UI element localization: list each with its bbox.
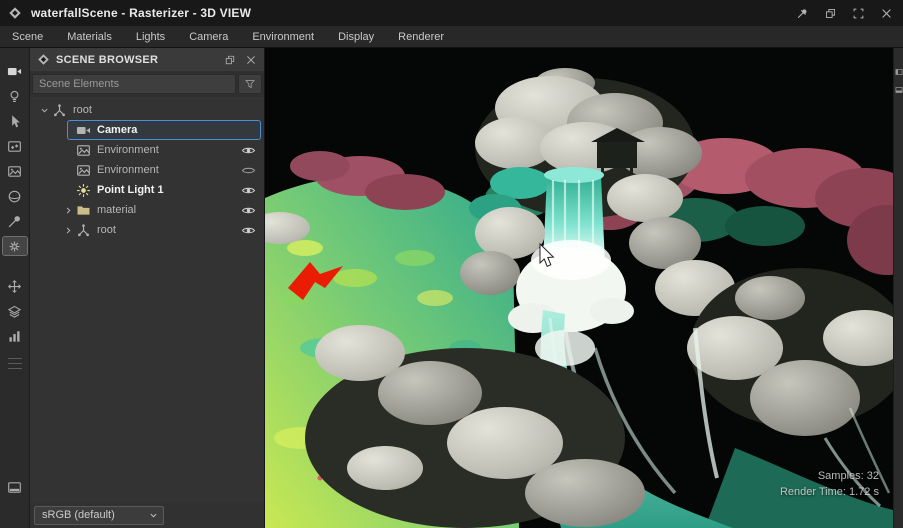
scene-browser-panel: SCENE BROWSER root xyxy=(30,48,265,528)
side-panel-bottom-icon[interactable] xyxy=(895,86,903,94)
menu-item-materials[interactable]: Materials xyxy=(67,31,112,43)
menu-item-camera[interactable]: Camera xyxy=(189,31,228,43)
filter-funnel-icon xyxy=(244,78,256,90)
camera-icon xyxy=(76,123,91,138)
video-camera-icon xyxy=(7,64,22,79)
menu-item-environment[interactable]: Environment xyxy=(252,31,314,43)
sphere-icon xyxy=(7,189,22,204)
visibility-eye-icon[interactable] xyxy=(241,223,256,238)
scene-elements-search-input[interactable] xyxy=(32,74,236,94)
pin-icon[interactable] xyxy=(796,7,809,20)
app-window: waterfallScene - Rasterizer - 3D VIEW Sc… xyxy=(0,0,903,528)
scene-tree: root Camera Environment Environment Poin… xyxy=(30,97,264,240)
folder-icon xyxy=(76,203,91,218)
tree-item-root-child[interactable]: root xyxy=(30,220,264,240)
bottom-panel-icon xyxy=(7,480,22,495)
title-bar: waterfallScene - Rasterizer - 3D VIEW xyxy=(0,0,903,26)
color-picker-icon xyxy=(7,214,22,229)
toolbar-grip[interactable] xyxy=(7,358,22,369)
move-icon xyxy=(7,279,22,294)
tree-item-label: Environment xyxy=(97,144,159,156)
render-stats: Samples: 32 Render Time: 1.72 s xyxy=(780,468,879,500)
transform-move-tool-button[interactable] xyxy=(3,277,27,295)
environment-icon xyxy=(76,143,91,158)
node-icon xyxy=(52,103,67,118)
tree-item-label: Camera xyxy=(97,124,138,136)
colorspace-bar: sRGB (default) xyxy=(30,502,264,528)
image-tool-button[interactable] xyxy=(3,162,27,180)
app-logo-icon xyxy=(8,6,22,20)
gear-icon xyxy=(7,239,22,254)
visibility-eye-icon[interactable] xyxy=(241,143,256,158)
tree-item-root[interactable]: root xyxy=(30,100,264,120)
layers-tool-button[interactable] xyxy=(3,302,27,320)
samples-label: Samples: 32 xyxy=(817,470,879,482)
tree-item-label: Environment xyxy=(97,164,159,176)
visibility-eye-icon[interactable] xyxy=(241,183,256,198)
3d-viewport[interactable]: Samples: 32 Render Time: 1.72 s xyxy=(265,48,893,528)
statistics-tool-button[interactable] xyxy=(3,327,27,345)
bar-chart-icon xyxy=(7,329,22,344)
sphere-tool-button[interactable] xyxy=(3,187,27,205)
scene-browser-icon xyxy=(37,53,50,66)
video-camera-tool-button[interactable] xyxy=(3,62,27,80)
right-toolbar xyxy=(893,48,903,528)
light-bulb-tool-button[interactable] xyxy=(3,87,27,105)
close-panel-icon[interactable] xyxy=(245,54,257,66)
layers-icon xyxy=(7,304,22,319)
menu-bar: Scene Materials Lights Camera Environmen… xyxy=(0,26,903,48)
select-cursor-tool-button[interactable] xyxy=(3,112,27,130)
expander-open[interactable] xyxy=(36,102,52,118)
menu-item-lights[interactable]: Lights xyxy=(136,31,165,43)
image-keyframes-tool-button[interactable] xyxy=(3,137,27,155)
tree-item-point-light-1[interactable]: Point Light 1 xyxy=(30,180,264,200)
scene-filter-row xyxy=(30,71,264,97)
menu-item-scene[interactable]: Scene xyxy=(12,31,43,43)
scene-browser-title: SCENE BROWSER xyxy=(56,53,159,66)
filter-button[interactable] xyxy=(238,74,262,94)
light-bulb-icon xyxy=(7,89,22,104)
colorspace-select[interactable]: sRGB (default) xyxy=(34,505,164,525)
window-title: waterfallScene - Rasterizer - 3D VIEW xyxy=(31,6,252,20)
window-controls xyxy=(796,7,893,20)
visibility-eye-off-icon[interactable] xyxy=(241,163,256,178)
point-light-icon xyxy=(76,183,91,198)
bottom-panel-toggle-button[interactable] xyxy=(3,478,27,496)
menu-item-renderer[interactable]: Renderer xyxy=(398,31,444,43)
tree-item-label: root xyxy=(73,104,92,116)
rendered-waterfall-scene xyxy=(265,48,893,528)
image-keyframes-icon xyxy=(7,139,22,154)
menu-item-display[interactable]: Display xyxy=(338,31,374,43)
expander-collapsed[interactable] xyxy=(60,222,76,238)
environment-icon xyxy=(76,163,91,178)
tree-item-camera[interactable]: Camera xyxy=(30,120,264,140)
tree-item-environment-1[interactable]: Environment xyxy=(30,140,264,160)
color-picker-tool-button[interactable] xyxy=(3,212,27,230)
tree-item-environment-2[interactable]: Environment xyxy=(30,160,264,180)
colorspace-value: sRGB (default) xyxy=(42,509,115,521)
tree-item-material[interactable]: material xyxy=(30,200,264,220)
chevron-down-icon xyxy=(148,510,159,521)
tree-item-label: material xyxy=(97,204,137,216)
undock-panel-icon[interactable] xyxy=(224,54,236,66)
expander-collapsed[interactable] xyxy=(60,202,76,218)
node-icon xyxy=(76,223,91,238)
render-time-label: Render Time: 1.72 s xyxy=(779,486,879,498)
restore-icon[interactable] xyxy=(824,7,837,20)
fullscreen-icon[interactable] xyxy=(852,7,865,20)
tree-item-label: root xyxy=(97,224,116,236)
image-icon xyxy=(7,164,22,179)
tree-item-label: Point Light 1 xyxy=(97,184,164,196)
visibility-eye-icon[interactable] xyxy=(241,203,256,218)
cursor-icon xyxy=(7,114,22,129)
close-icon[interactable] xyxy=(880,7,893,20)
left-toolbar xyxy=(0,48,30,528)
scene-browser-header: SCENE BROWSER xyxy=(30,48,264,71)
render-settings-tool-button[interactable] xyxy=(1,236,28,256)
side-panel-left-icon[interactable] xyxy=(895,68,903,76)
